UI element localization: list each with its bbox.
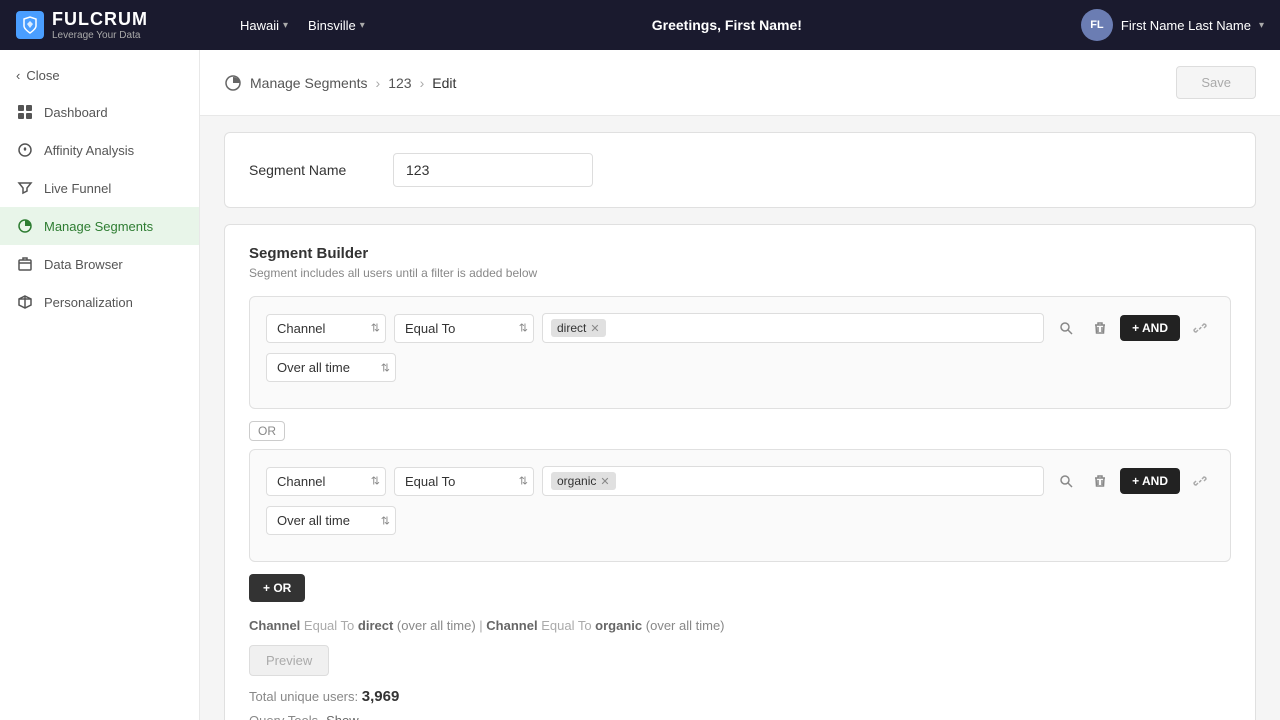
- query-tools-label: Query Tools: [249, 713, 318, 720]
- grid-icon: [16, 103, 34, 121]
- content-area: Segment Name Segment Builder Segment inc…: [200, 116, 1280, 720]
- tag-direct-remove[interactable]: ✕: [590, 322, 599, 335]
- tag-organic-remove[interactable]: ✕: [600, 475, 609, 488]
- summary-text: Channel Equal To direct (over all time) …: [249, 618, 1231, 633]
- query-show-link[interactable]: Show: [326, 713, 359, 720]
- filter1-tags-input[interactable]: direct ✕: [542, 313, 1044, 343]
- filter1-operator-wrap: Equal To: [394, 314, 534, 343]
- segment-name-row: Segment Name: [249, 153, 1231, 187]
- total-value: 3,969: [362, 688, 400, 705]
- filter-row-2-bottom: Over all time: [266, 506, 1214, 535]
- sidebar-item-data-browser[interactable]: Data Browser: [0, 245, 199, 283]
- chevron-down-icon: ▾: [360, 20, 365, 31]
- sidebar: ‹ Close Dashboard Af: [0, 50, 200, 720]
- user-avatar: FL: [1081, 9, 1113, 41]
- filter1-time-select[interactable]: Over all time: [266, 353, 396, 382]
- filter1-operator-select[interactable]: Equal To: [394, 314, 534, 343]
- save-button[interactable]: Save: [1176, 66, 1256, 99]
- total-label: Total unique users:: [249, 689, 358, 704]
- chevron-down-icon: ▾: [283, 20, 288, 31]
- topbar-nav: Hawaii ▾ Binsville ▾: [232, 14, 373, 37]
- filter2-actions: + AND: [1052, 467, 1214, 495]
- preview-button[interactable]: Preview: [249, 645, 329, 676]
- breadcrumb: Manage Segments › 123 › Edit: [224, 74, 456, 92]
- section-title: Segment Builder: [249, 245, 1231, 262]
- breadcrumb-sep1: ›: [376, 75, 381, 91]
- sidebar-item-personalization[interactable]: Personalization: [0, 283, 199, 321]
- or-separator: OR: [249, 421, 1231, 441]
- back-icon: ‹: [16, 68, 20, 83]
- filter1-actions: + AND: [1052, 314, 1214, 342]
- filter-row-2-top: Channel Equal To organic ✕: [266, 466, 1214, 496]
- funnel-icon: [16, 179, 34, 197]
- segment-builder-card: Segment Builder Segment includes all use…: [224, 224, 1256, 720]
- filter2-time-select[interactable]: Over all time: [266, 506, 396, 535]
- filter2-tags-input[interactable]: organic ✕: [542, 466, 1044, 496]
- main-content: Manage Segments › 123 › Edit Save Segmen…: [200, 50, 1280, 720]
- total-users-row: Total unique users: 3,969: [249, 688, 1231, 705]
- close-button[interactable]: ‹ Close: [0, 58, 199, 93]
- cube-icon: [16, 293, 34, 311]
- filter2-delete-button[interactable]: [1086, 467, 1114, 495]
- breadcrumb-sep2: ›: [420, 75, 425, 91]
- segment-name-label: Segment Name: [249, 162, 369, 178]
- filter2-and-button[interactable]: + AND: [1120, 468, 1180, 494]
- query-tools-row: Query Tools Show: [249, 713, 1231, 720]
- sidebar-item-manage-segments[interactable]: Manage Segments: [0, 207, 199, 245]
- breadcrumb-bar: Manage Segments › 123 › Edit Save: [200, 50, 1280, 116]
- filter2-operator-select[interactable]: Equal To: [394, 467, 534, 496]
- logo-text: FULCRUM: [52, 9, 148, 30]
- breadcrumb-root[interactable]: Manage Segments: [250, 75, 368, 91]
- star-icon: [16, 141, 34, 159]
- filter2-link-button[interactable]: [1186, 467, 1214, 495]
- filter2-field-wrap: Channel: [266, 467, 386, 496]
- breadcrumb-current: Edit: [432, 75, 456, 91]
- filter1-link-button[interactable]: [1186, 314, 1214, 342]
- filter1-field-wrap: Channel: [266, 314, 386, 343]
- breadcrumb-segment-id[interactable]: 123: [388, 75, 411, 91]
- or-badge: OR: [249, 421, 285, 441]
- section-subtitle: Segment includes all users until a filte…: [249, 266, 1231, 280]
- filter1-and-button[interactable]: + AND: [1120, 315, 1180, 341]
- location2-dropdown[interactable]: Binsville ▾: [300, 14, 373, 37]
- manage-segments-icon: [224, 74, 242, 92]
- logo-area: FULCRUM Leverage Your Data: [16, 9, 216, 41]
- filter2-time-wrap: Over all time: [266, 506, 396, 535]
- filter1-search-button[interactable]: [1052, 314, 1080, 342]
- topbar-right: FL First Name Last Name ▾: [1081, 9, 1264, 41]
- logo-sub: Leverage Your Data: [52, 30, 148, 41]
- tag-direct: direct ✕: [551, 319, 606, 337]
- filter1-delete-button[interactable]: [1086, 314, 1114, 342]
- filter-group-2: Channel Equal To organic ✕: [249, 449, 1231, 562]
- logo-icon: [16, 11, 44, 39]
- location1-dropdown[interactable]: Hawaii ▾: [232, 14, 296, 37]
- filter-group-1: Channel Equal To direct ✕: [249, 296, 1231, 409]
- sidebar-item-dashboard[interactable]: Dashboard: [0, 93, 199, 131]
- filter2-field-select[interactable]: Channel: [266, 467, 386, 496]
- filter1-field-select[interactable]: Channel: [266, 314, 386, 343]
- box-icon: [16, 255, 34, 273]
- topbar-center: Greetings, First Name!: [373, 17, 1081, 33]
- sidebar-item-affinity[interactable]: Affinity Analysis: [0, 131, 199, 169]
- layout: ‹ Close Dashboard Af: [0, 50, 1280, 720]
- filter2-operator-wrap: Equal To: [394, 467, 534, 496]
- segment-name-input[interactable]: [393, 153, 593, 187]
- topbar: FULCRUM Leverage Your Data Hawaii ▾ Bins…: [0, 0, 1280, 50]
- sidebar-item-live-funnel[interactable]: Live Funnel: [0, 169, 199, 207]
- filter2-search-button[interactable]: [1052, 467, 1080, 495]
- filter1-time-wrap: Over all time: [266, 353, 396, 382]
- segment-name-card: Segment Name: [224, 132, 1256, 208]
- tag-organic: organic ✕: [551, 472, 616, 490]
- filter-row-1-bottom: Over all time: [266, 353, 1214, 382]
- filter-row-1-top: Channel Equal To direct ✕: [266, 313, 1214, 343]
- user-name: First Name Last Name: [1121, 18, 1251, 33]
- add-or-button[interactable]: + OR: [249, 574, 305, 602]
- greeting-text: Greetings, First Name!: [652, 17, 802, 33]
- segments-icon: [16, 217, 34, 235]
- user-chevron-icon: ▾: [1259, 20, 1264, 31]
